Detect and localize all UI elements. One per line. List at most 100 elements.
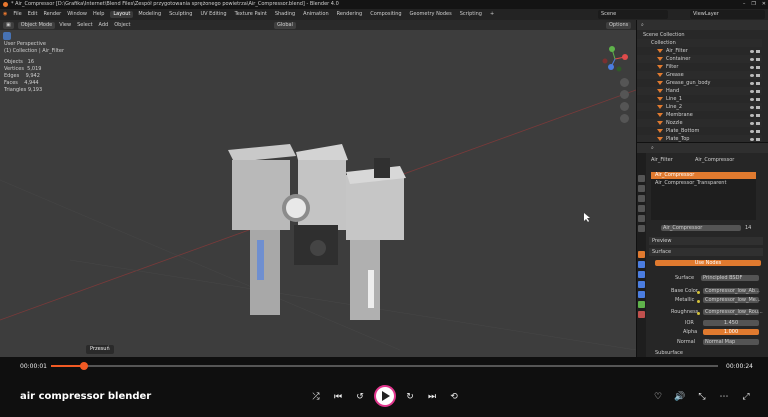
- close-button[interactable]: ✕: [762, 2, 766, 7]
- render-camera-icon[interactable]: [756, 137, 760, 141]
- more-options-icon[interactable]: ⋯: [718, 392, 730, 402]
- repeat-icon[interactable]: ⟲: [448, 392, 460, 402]
- menu-view[interactable]: View: [59, 22, 71, 28]
- tab-modifier-icon[interactable]: [638, 261, 645, 268]
- properties-search-icon[interactable]: ⌕: [651, 146, 654, 151]
- forward-icon[interactable]: ↻: [404, 392, 416, 402]
- outliner-item[interactable]: Hand: [637, 87, 762, 95]
- alpha-field[interactable]: 1.000: [703, 329, 759, 335]
- visibility-eye-icon[interactable]: [750, 65, 754, 69]
- tab-scene-icon[interactable]: [638, 215, 645, 222]
- menu-select[interactable]: Select: [77, 22, 92, 28]
- tab-texture-paint[interactable]: Texture Paint: [232, 11, 270, 18]
- outliner-item[interactable]: Grease_gun_body: [637, 79, 762, 87]
- tab-material-icon[interactable]: [638, 311, 645, 318]
- mode-dropdown[interactable]: Object Mode: [17, 21, 56, 29]
- visibility-eye-icon[interactable]: [750, 137, 754, 141]
- zoom-icon[interactable]: [620, 78, 629, 87]
- play-button[interactable]: [374, 385, 396, 407]
- subsurface-section[interactable]: Subsurface: [655, 351, 683, 356]
- scene-selector[interactable]: Scene: [598, 10, 668, 19]
- outliner-search-icon[interactable]: ⌕: [641, 22, 644, 28]
- scene-collection-label[interactable]: Scene Collection: [643, 32, 685, 38]
- visibility-eye-icon[interactable]: [750, 49, 754, 53]
- tab-compositing[interactable]: Compositing: [367, 11, 404, 18]
- outliner-item[interactable]: Line_2: [637, 103, 762, 111]
- tab-render-icon[interactable]: [638, 185, 645, 192]
- previous-icon[interactable]: ⏮: [332, 392, 344, 402]
- use-nodes-button[interactable]: Use Nodes: [655, 260, 761, 266]
- menu-help[interactable]: Help: [93, 12, 104, 17]
- menu-object[interactable]: Object: [114, 22, 130, 28]
- tab-uv-editing[interactable]: UV Editing: [197, 11, 229, 18]
- seek-bar[interactable]: [51, 365, 718, 367]
- outliner-item[interactable]: Nozzle: [637, 119, 762, 127]
- options-dropdown[interactable]: Options: [606, 21, 632, 29]
- tab-modeling[interactable]: Modeling: [135, 11, 164, 18]
- menu-window[interactable]: Window: [67, 12, 87, 17]
- outliner-item[interactable]: Grease: [637, 71, 762, 79]
- render-camera-icon[interactable]: [756, 65, 760, 69]
- tab-particles-icon[interactable]: [638, 271, 645, 278]
- visibility-eye-icon[interactable]: [750, 129, 754, 133]
- select-tool-icon[interactable]: [3, 32, 11, 40]
- visibility-eye-icon[interactable]: [750, 113, 754, 117]
- menu-edit[interactable]: Edit: [28, 12, 38, 17]
- tab-output-icon[interactable]: [638, 195, 645, 202]
- tab-physics-icon[interactable]: [638, 281, 645, 288]
- tab-tool-icon[interactable]: [638, 175, 645, 182]
- visibility-eye-icon[interactable]: [750, 89, 754, 93]
- tab-constraints-icon[interactable]: [638, 291, 645, 298]
- tab-object-icon[interactable]: [638, 251, 645, 258]
- roughness-field[interactable]: Compressor_low_Rou...: [703, 309, 763, 315]
- visibility-eye-icon[interactable]: [750, 73, 754, 77]
- outliner-item[interactable]: Plate_Bottom: [637, 127, 762, 135]
- tab-rendering[interactable]: Rendering: [334, 11, 366, 18]
- pan-hand-icon[interactable]: [620, 90, 629, 99]
- menu-file[interactable]: File: [13, 12, 21, 17]
- tab-scripting[interactable]: Scripting: [457, 11, 485, 18]
- render-camera-icon[interactable]: [756, 73, 760, 77]
- minimize-button[interactable]: –: [743, 2, 746, 7]
- outliner-item[interactable]: Air_Filter: [637, 47, 762, 55]
- tab-data-icon[interactable]: [638, 301, 645, 308]
- surface-dropdown[interactable]: Principled BSDF: [701, 275, 759, 281]
- navigation-gizmo[interactable]: [601, 45, 629, 73]
- tab-world-icon[interactable]: [638, 225, 645, 232]
- volume-icon[interactable]: 🔊: [674, 392, 686, 402]
- editor-type-button[interactable]: ▣: [3, 21, 14, 29]
- tab-sculpting[interactable]: Sculpting: [166, 11, 195, 18]
- visibility-eye-icon[interactable]: [750, 81, 754, 85]
- shuffle-icon[interactable]: ⤮: [310, 392, 322, 402]
- next-icon[interactable]: ⏭: [426, 392, 438, 402]
- blender-menu-icon[interactable]: ◉: [3, 12, 7, 17]
- mini-player-icon[interactable]: ⤡: [696, 392, 708, 402]
- tab-shading[interactable]: Shading: [272, 11, 298, 18]
- perspective-toggle-icon[interactable]: [620, 114, 629, 123]
- render-camera-icon[interactable]: [756, 113, 760, 117]
- render-camera-icon[interactable]: [756, 129, 760, 133]
- visibility-eye-icon[interactable]: [750, 57, 754, 61]
- menu-render[interactable]: Render: [43, 12, 61, 17]
- add-workspace-button[interactable]: +: [487, 11, 497, 18]
- material-slot-item[interactable]: Air_Compressor_Transparent: [651, 179, 756, 188]
- outliner-item[interactable]: Membrane: [637, 111, 762, 119]
- base-color-field[interactable]: Compressor_low_Ab...: [703, 288, 760, 294]
- menu-add[interactable]: Add: [99, 22, 109, 28]
- tab-animation[interactable]: Animation: [300, 11, 332, 18]
- preview-section[interactable]: Preview: [649, 237, 763, 245]
- visibility-eye-icon[interactable]: [750, 121, 754, 125]
- view-layer-selector[interactable]: ViewLayer: [690, 10, 765, 19]
- render-camera-icon[interactable]: [756, 105, 760, 109]
- collection-label[interactable]: Collection: [651, 40, 676, 46]
- rewind-icon[interactable]: ↺: [354, 392, 366, 402]
- outliner-item[interactable]: Container: [637, 55, 762, 63]
- maximize-button[interactable]: ❐: [751, 2, 755, 7]
- metallic-field[interactable]: Compressor_low_Me...: [703, 297, 761, 303]
- render-camera-icon[interactable]: [756, 57, 760, 61]
- tab-layout[interactable]: Layout: [110, 11, 134, 18]
- outliner-item[interactable]: Line_1: [637, 95, 762, 103]
- visibility-eye-icon[interactable]: [750, 105, 754, 109]
- 3d-viewport[interactable]: ▣ Object Mode View Select Add Object Glo…: [0, 20, 636, 357]
- render-camera-icon[interactable]: [756, 81, 760, 85]
